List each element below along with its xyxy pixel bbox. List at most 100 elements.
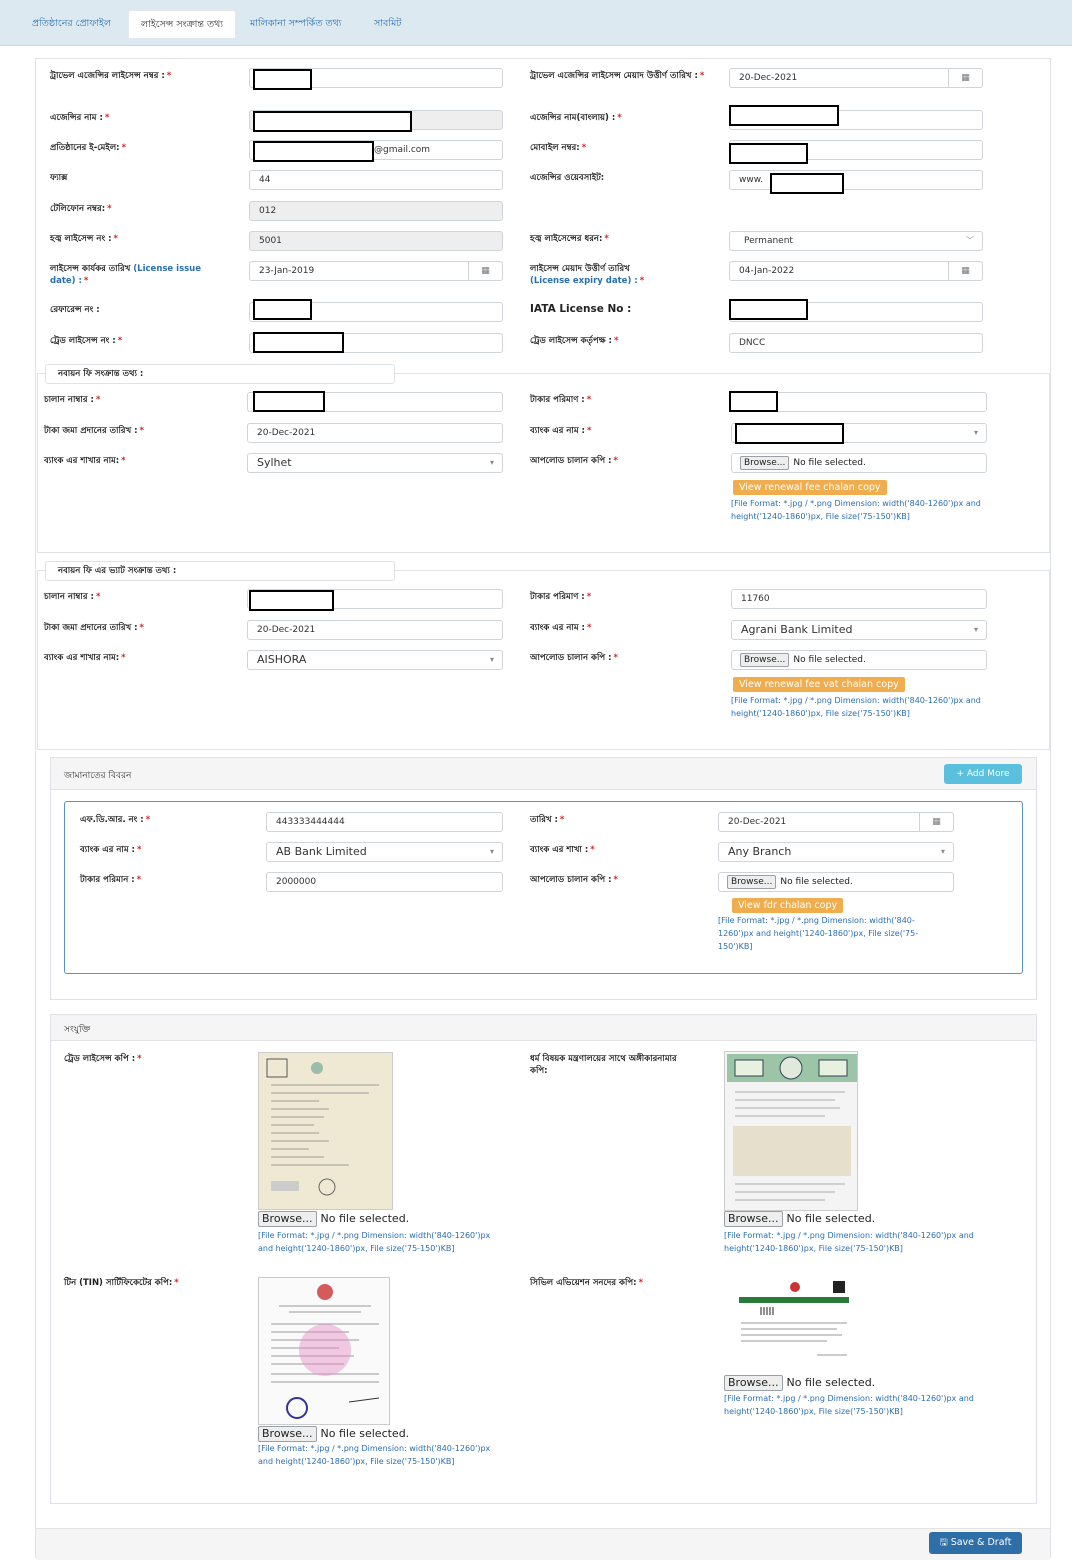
- amount-label: টাকার পরিমাণ : *: [530, 395, 592, 405]
- chevron-down-icon: ▾: [973, 625, 978, 634]
- ministry-copy-label: ধর্ম বিষয়ক মন্ত্রণালয়ের সাথে অঙ্গীকারন…: [530, 1054, 677, 1076]
- renewal-fee-legend: নবায়ন ফি সংক্রান্ত তথ্য :: [45, 364, 395, 384]
- fdr-amount-field[interactable]: 2000000: [266, 872, 503, 892]
- redacted-box: [729, 143, 808, 164]
- footer-bar: [36, 1528, 1050, 1560]
- branch-select[interactable]: Sylhet ▾: [247, 453, 503, 473]
- tin-certificate-image: [258, 1277, 390, 1425]
- tab-profile[interactable]: প্রতিষ্ঠানের প্রোফাইল: [20, 10, 123, 38]
- hajj-license-type-select[interactable]: Permanent ﹀: [729, 231, 983, 251]
- bank-name-label: ব্যাংক এর নাম : *: [530, 426, 592, 436]
- iata-label: IATA License No :: [530, 303, 632, 315]
- trade-authority-label: ট্রেড লাইসেন্স কর্তৃপক্ষ : *: [530, 336, 619, 346]
- fdr-branch-select[interactable]: Any Branch ▾: [718, 842, 954, 862]
- document-thumbnail-icon: [266, 1058, 379, 1196]
- vat-file-format-hint: [File Format: *.jpg / *.png Dimension: w…: [731, 696, 981, 718]
- chevron-down-icon: ﹀: [966, 236, 974, 245]
- fdr-upload-label: আপলোড চালান কপি : *: [530, 875, 618, 885]
- view-vat-chalan-button[interactable]: View renewal fee vat chalan copy: [733, 677, 905, 692]
- website-label: এজেন্সির ওয়েবসাইট:: [530, 173, 605, 183]
- hajj-license-label: হজ্ব লাইসেন্স নং : *: [50, 234, 118, 244]
- tab-submit[interactable]: সাবমিট: [362, 10, 414, 38]
- hajj-license-type-label: হজ্ব লাইসেন্সের ধরন: *: [530, 234, 609, 244]
- tin-hint: [File Format: *.jpg / *.png Dimension: w…: [258, 1444, 491, 1466]
- vat-bank-name-select[interactable]: Agrani Bank Limited ▾: [731, 620, 987, 640]
- vat-chalan-no-label: চালান নাম্বার : *: [44, 592, 101, 602]
- agency-name-bn-label: এজেন্সির নাম(বাংলায়) : *: [530, 113, 622, 123]
- save-draft-button[interactable]: 🖫 Save & Draft: [929, 1532, 1022, 1554]
- chevron-down-icon: ▾: [489, 847, 494, 856]
- fdr-date-label: তারিখ : *: [530, 815, 565, 825]
- document-thumbnail-icon: [739, 1281, 849, 1356]
- vat-upload-file-input[interactable]: Browse... No file selected.: [731, 650, 987, 670]
- deposit-date-field[interactable]: 20-Dec-2021: [247, 423, 503, 443]
- browse-button[interactable]: Browse...: [727, 875, 777, 889]
- travel-license-expiry-label: ট্রাভেল এজেন্সির লাইসেন্স মেয়াদ উত্তীর্…: [530, 71, 705, 81]
- expiry-date-field[interactable]: 04-Jan-2022 ▦: [729, 261, 983, 281]
- redacted-box: [729, 105, 839, 126]
- redacted-box: [253, 299, 312, 320]
- tab-license-info[interactable]: লাইসেন্স সংক্রান্ত তথ্য: [128, 10, 237, 38]
- fdr-field[interactable]: 443333444444: [266, 812, 503, 832]
- trade-license-label: ট্রেড লাইসেন্স নং : *: [50, 336, 123, 346]
- calendar-icon[interactable]: ▦: [919, 813, 953, 831]
- ministry-copy-file-input[interactable]: Browse... No file selected.: [724, 1211, 924, 1231]
- attachments-header: [51, 1015, 1036, 1041]
- renewal-vat-legend: নবায়ন ফি এর ভ্যাট সংক্রান্ত তথ্য :: [45, 561, 395, 581]
- view-fdr-chalan-button[interactable]: View fdr chalan copy: [732, 898, 844, 913]
- vat-branch-label: ব্যাংক এর শাখার নাম: *: [44, 653, 126, 663]
- phone-field: 012: [249, 201, 503, 221]
- vat-deposit-date-label: টাকা জমা প্রদানের তারিখ : *: [44, 623, 144, 633]
- trade-authority-field[interactable]: DNCC: [729, 333, 983, 353]
- trade-license-image: [258, 1052, 393, 1210]
- tab-ownership[interactable]: মালিকানা সম্পর্কিত তথ্য: [238, 10, 354, 38]
- browse-button[interactable]: Browse...: [724, 1211, 783, 1227]
- trade-copy-label: ট্রেড লাইসেন্স কপি : *: [64, 1054, 142, 1064]
- attachments-panel: [50, 1014, 1037, 1504]
- reference-label: রেফারেন্স নং :: [50, 305, 100, 315]
- travel-license-no-label: ট্রাভেল এজেন্সির লাইসেন্স নম্বর : *: [50, 71, 172, 81]
- deposit-date-label: টাকা জমা প্রদানের তারিখ : *: [44, 426, 144, 436]
- vat-branch-select[interactable]: AISHORA ▾: [247, 650, 503, 670]
- vat-amount-field[interactable]: 11760: [731, 589, 987, 609]
- fdr-bank-select[interactable]: AB Bank Limited ▾: [266, 842, 503, 862]
- vat-deposit-date-field[interactable]: 20-Dec-2021: [247, 620, 503, 640]
- travel-license-expiry-field[interactable]: 20-Dec-2021 ▦: [729, 68, 983, 88]
- add-more-button[interactable]: + Add More: [944, 764, 1022, 784]
- browse-button[interactable]: Browse...: [258, 1211, 317, 1227]
- ministry-agreement-image: [724, 1051, 858, 1211]
- calendar-icon[interactable]: ▦: [948, 69, 982, 87]
- expiry-date-label: লাইসেন্স মেয়াদ উত্তীর্ণ তারিখ (License e…: [530, 264, 645, 286]
- chalan-no-label: চালান নাম্বার : *: [44, 395, 101, 405]
- view-chalan-button[interactable]: View renewal fee chalan copy: [733, 480, 887, 495]
- agency-name-label: এজেন্সির নাম : *: [50, 113, 110, 123]
- redacted-box: [253, 69, 312, 90]
- fax-field[interactable]: 44: [249, 170, 503, 190]
- redacted-box: [253, 332, 344, 353]
- tin-label: টিন (TIN) সার্টিফিকেটের কপি: *: [64, 1278, 179, 1288]
- issue-date-field[interactable]: 23-Jan-2019 ▦: [249, 261, 503, 281]
- save-icon: 🖫: [939, 1537, 951, 1548]
- website-field[interactable]: www.: [729, 170, 983, 190]
- redacted-box: [253, 391, 325, 412]
- upload-file-input[interactable]: Browse... No file selected.: [731, 453, 987, 473]
- calendar-icon[interactable]: ▦: [468, 262, 502, 280]
- trade-copy-hint: [File Format: *.jpg / *.png Dimension: w…: [258, 1231, 491, 1253]
- document-thumbnail-icon: [727, 1054, 857, 1201]
- browse-button[interactable]: Browse...: [740, 653, 790, 667]
- fdr-upload-file-input[interactable]: Browse... No file selected.: [718, 872, 954, 892]
- browse-button[interactable]: Browse...: [258, 1426, 317, 1442]
- calendar-icon[interactable]: ▦: [948, 262, 982, 280]
- chevron-down-icon: ▾: [489, 458, 494, 467]
- issue-date-label: লাইসেন্স কার্যকর তারিখ (License issue da…: [50, 264, 201, 286]
- fdr-date-field[interactable]: 20-Dec-2021 ▦: [718, 812, 954, 832]
- browse-button[interactable]: Browse...: [740, 456, 790, 470]
- trade-copy-file-input[interactable]: Browse... No file selected.: [258, 1211, 458, 1231]
- guarantee-header: [51, 758, 1036, 790]
- fdr-amount-label: টাকার পরিমান : *: [80, 875, 142, 885]
- fdr-file-format-hint: [File Format: *.jpg / *.png Dimension: w…: [718, 916, 919, 951]
- redacted-box: [253, 111, 412, 132]
- chevron-down-icon: ▾: [973, 428, 978, 437]
- browse-button[interactable]: Browse...: [724, 1375, 783, 1391]
- vat-amount-label: টাকার পরিমাণ : *: [530, 592, 592, 602]
